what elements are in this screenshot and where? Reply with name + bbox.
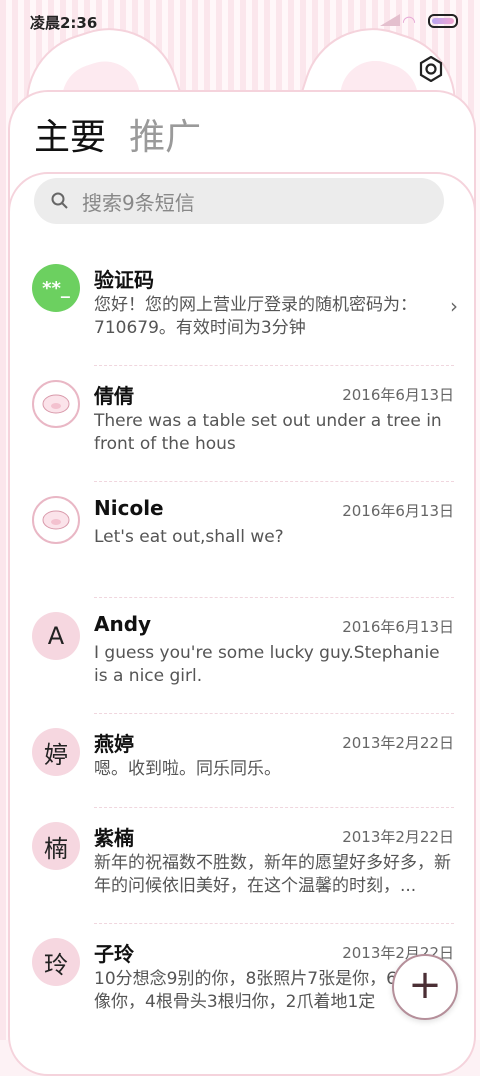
- avatar: A: [32, 612, 80, 660]
- sender-name: 紫楠: [94, 826, 134, 850]
- message-preview: 嗯。收到啦。同乐同乐。: [94, 759, 281, 779]
- status-bar: 凌晨2:36 ◠: [0, 0, 480, 42]
- message-date: 2013年2月22日: [342, 734, 454, 752]
- message-preview: There was a table set out under a tree i…: [94, 411, 442, 454]
- tab-promo[interactable]: 推广: [129, 108, 201, 160]
- search-placeholder: 搜索9条短信: [82, 190, 195, 215]
- message-row[interactable]: Nicole 2016年6月13日 Let's eat out,shall we…: [0, 482, 480, 598]
- message-row[interactable]: **_ 验证码 您好！您的网上营业厅登录的随机密码为：710679。有效时间为3…: [0, 250, 480, 366]
- sender-name: Nicole: [94, 496, 164, 520]
- message-row[interactable]: 楠 紫楠 2013年2月22日 新年的祝福数不胜数，新年的愿望好多好多，新年的问…: [0, 808, 480, 924]
- message-preview: I guess you're some lucky guy.Stephanie …: [94, 643, 440, 686]
- message-preview: Let's eat out,shall we?: [94, 527, 284, 547]
- sender-name: 子玲: [94, 942, 134, 966]
- signal-icon: [380, 14, 400, 26]
- message-date: 2016年6月13日: [342, 502, 454, 520]
- compose-button[interactable]: +: [392, 954, 458, 1020]
- pig-avatar-icon: [32, 380, 80, 428]
- tab-bar: 主要 推广: [34, 108, 219, 160]
- search-icon: [51, 192, 68, 209]
- message-date: 2013年2月22日: [342, 828, 454, 846]
- avatar: **_: [32, 264, 80, 312]
- settings-gear-icon[interactable]: [418, 56, 444, 82]
- avatar: 玲: [32, 938, 80, 986]
- avatar: 楠: [32, 822, 80, 870]
- message-row[interactable]: 婷 燕婷 2013年2月22日 嗯。收到啦。同乐同乐。: [0, 714, 480, 808]
- status-time: 凌晨2:36: [30, 14, 98, 32]
- message-row[interactable]: 倩倩 2016年6月13日 There was a table set out …: [0, 366, 480, 482]
- plus-icon: +: [408, 962, 442, 1008]
- sender-name: 验证码: [94, 268, 154, 292]
- tab-main[interactable]: 主要: [34, 108, 106, 160]
- message-preview: 新年的祝福数不胜数，新年的愿望好多好多，新年的问候依旧美好，在这个温馨的时刻，.…: [94, 853, 451, 896]
- message-date: 2016年6月13日: [342, 618, 454, 636]
- sender-name: Andy: [94, 612, 152, 636]
- sender-name: 燕婷: [94, 732, 134, 756]
- message-row[interactable]: A Andy 2016年6月13日 I guess you're some lu…: [0, 598, 480, 714]
- chevron-right-icon: ›: [450, 294, 458, 318]
- message-date: 2016年6月13日: [342, 386, 454, 404]
- message-list: **_ 验证码 您好！您的网上营业厅登录的随机密码为：710679。有效时间为3…: [0, 250, 480, 1040]
- wifi-icon: ◠: [402, 12, 416, 31]
- message-preview: 您好！您的网上营业厅登录的随机密码为：710679。有效时间为3分钟: [94, 295, 417, 338]
- sender-name: 倩倩: [94, 384, 134, 408]
- avatar: 婷: [32, 728, 80, 776]
- battery-icon: [428, 14, 458, 28]
- pig-avatar-icon: [32, 496, 80, 544]
- search-bar[interactable]: 搜索9条短信: [34, 178, 444, 224]
